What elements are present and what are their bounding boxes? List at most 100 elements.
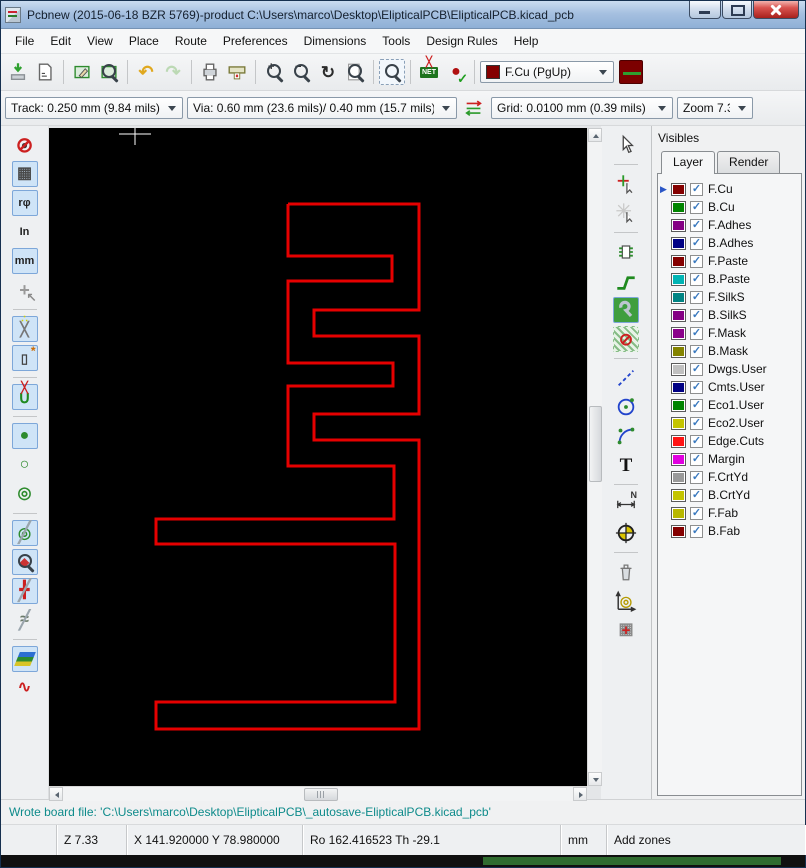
add-keepout-tool[interactable]: ⊘ [613, 326, 639, 352]
layer-visibility-checkbox[interactable]: ✓ [690, 326, 703, 340]
layer-selector-combo[interactable]: F.Cu (PgUp) [480, 61, 614, 83]
scroll-down-button[interactable] [588, 772, 602, 786]
layer-visibility-checkbox[interactable]: ✓ [690, 308, 703, 322]
layer-color-swatch[interactable] [671, 506, 686, 520]
layer-color-swatch[interactable] [671, 326, 686, 340]
layer-color-swatch[interactable] [671, 290, 686, 304]
layer-visibility-checkbox[interactable]: ✓ [690, 434, 703, 448]
layer-color-swatch[interactable] [671, 380, 686, 394]
minimize-button[interactable] [689, 1, 721, 19]
ratsnest-toggle-button[interactable]: ╳ ∴ [11, 315, 38, 342]
grid-size-combo[interactable]: Grid: 0.0100 mm (0.39 mils) [491, 97, 673, 119]
zones-filled-button[interactable]: ● [11, 423, 38, 449]
menu-help[interactable]: Help [506, 31, 547, 51]
menu-dimensions[interactable]: Dimensions [296, 31, 375, 51]
microwave-tools-button[interactable]: ∿ [12, 675, 38, 701]
add-arc-tool[interactable] [613, 423, 639, 449]
menu-route[interactable]: Route [167, 31, 215, 51]
add-zones-tool[interactable] [613, 297, 639, 323]
add-footprint-tool[interactable] [613, 239, 639, 265]
layer-visibility-checkbox[interactable]: ✓ [690, 236, 703, 250]
layer-visibility-checkbox[interactable]: ✓ [690, 362, 703, 376]
zoom-level-combo[interactable]: Zoom 7.33 [677, 97, 753, 119]
print-button[interactable] [197, 59, 223, 85]
scroll-left-button[interactable] [49, 787, 63, 801]
add-line-tool[interactable] [613, 365, 639, 391]
vertical-scrollbar[interactable] [587, 128, 602, 786]
menu-view[interactable]: View [79, 31, 121, 51]
layer-visibility-checkbox[interactable]: ✓ [690, 524, 703, 538]
menu-preferences[interactable]: Preferences [215, 31, 296, 51]
layer-visibility-checkbox[interactable]: ✓ [690, 200, 703, 214]
layer-visibility-checkbox[interactable]: ✓ [690, 470, 703, 484]
layers-manager-button[interactable] [11, 646, 38, 672]
tab-render[interactable]: Render [717, 151, 781, 173]
menu-design-rules[interactable]: Design Rules [418, 31, 505, 51]
select-tool[interactable] [613, 132, 639, 158]
drc-check-button[interactable]: ● ✓ [443, 59, 469, 86]
layer-color-swatch[interactable] [671, 398, 686, 412]
menu-file[interactable]: File [7, 31, 42, 51]
layer-visibility-checkbox[interactable]: ✓ [690, 380, 703, 394]
layer-color-swatch[interactable] [671, 200, 686, 214]
units-mm-button[interactable]: mm [11, 248, 38, 274]
layer-color-swatch[interactable] [671, 434, 686, 448]
netlist-button[interactable]: NET ╳ [416, 58, 442, 85]
layer-color-swatch[interactable] [671, 236, 686, 250]
scroll-up-button[interactable] [588, 128, 602, 142]
tracks-outline-button[interactable]: ◆ [11, 549, 38, 575]
redo-button[interactable]: ↷ [160, 59, 186, 85]
layer-visibility-checkbox[interactable]: ✓ [690, 254, 703, 268]
polar-coords-button[interactable]: rφ [11, 190, 38, 216]
layer-visibility-checkbox[interactable]: ✓ [690, 416, 703, 430]
undo-button[interactable]: ↶ [133, 59, 159, 85]
close-button[interactable] [753, 1, 799, 19]
zoom-out-button[interactable]: − [288, 59, 314, 85]
layer-color-swatch[interactable] [671, 254, 686, 268]
grid-origin-tool[interactable]: ▦ + [613, 617, 639, 643]
track-width-button[interactable] [619, 60, 643, 84]
pcb-canvas[interactable] [49, 128, 587, 786]
module-ratsnest-button[interactable]: ▯ * [11, 345, 38, 371]
zones-outline-button[interactable]: ○ [12, 452, 38, 478]
layer-visibility-checkbox[interactable]: ✓ [690, 344, 703, 358]
layer-color-swatch[interactable] [671, 344, 686, 358]
find-module-button[interactable] [96, 59, 122, 85]
layer-color-swatch[interactable] [671, 308, 686, 322]
highlight-net-tool[interactable] [613, 171, 639, 197]
layer-color-swatch[interactable] [671, 362, 686, 376]
vertical-scroll-thumb[interactable] [589, 406, 602, 482]
zoom-selection-button[interactable] [379, 59, 405, 85]
maximize-button[interactable] [722, 1, 752, 19]
add-target-tool[interactable] [613, 520, 639, 546]
layer-color-swatch[interactable] [671, 218, 686, 232]
grid-toggle-button[interactable]: ▦ [11, 161, 38, 187]
track-via-history-icon[interactable] [461, 95, 487, 121]
layer-color-swatch[interactable] [671, 524, 686, 538]
menu-place[interactable]: Place [121, 31, 167, 51]
layer-color-swatch[interactable] [671, 470, 686, 484]
local-ratsnest-tool[interactable] [613, 200, 639, 226]
zones-hatched-button[interactable]: ◎ [12, 481, 38, 507]
plot-button[interactable] [224, 59, 250, 85]
add-dimension-tool[interactable]: N [613, 491, 639, 517]
add-text-tool[interactable]: T [613, 452, 639, 478]
add-circle-tool[interactable] [613, 394, 639, 420]
units-inches-button[interactable]: In [12, 219, 38, 245]
vias-outline-button[interactable]: ◎ ╱ [11, 520, 38, 546]
layer-color-swatch[interactable] [671, 182, 686, 196]
layer-visibility-checkbox[interactable]: ✓ [690, 290, 703, 304]
layer-visibility-checkbox[interactable]: ✓ [690, 398, 703, 412]
horizontal-scrollbar[interactable] [49, 786, 587, 801]
drc-off-button[interactable]: ● ⊘ [12, 132, 38, 158]
layer-visibility-checkbox[interactable]: ✓ [690, 218, 703, 232]
via-size-combo[interactable]: Via: 0.60 mm (23.6 mils)/ 0.40 mm (15.7 … [187, 97, 457, 119]
redraw-view-button[interactable]: ↻ [315, 59, 341, 85]
module-editor-button[interactable] [69, 59, 95, 85]
menu-edit[interactable]: Edit [42, 31, 79, 51]
tab-layer[interactable]: Layer [661, 151, 716, 174]
track-autodelete-button[interactable]: ∪ ╳ [11, 383, 38, 410]
contrast-mode-button[interactable]: ╋ ╱ [11, 578, 38, 604]
layer-visibility-checkbox[interactable]: ✓ [690, 452, 703, 466]
layer-color-swatch[interactable] [671, 272, 686, 286]
